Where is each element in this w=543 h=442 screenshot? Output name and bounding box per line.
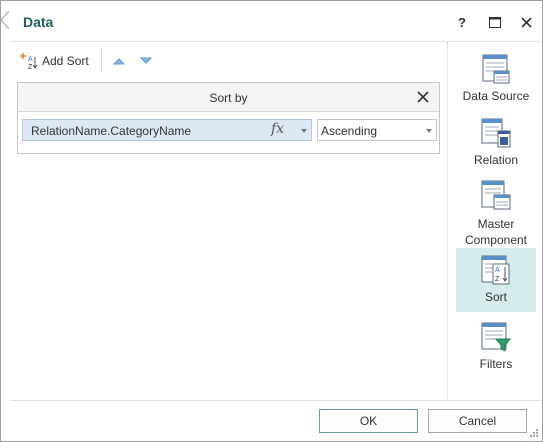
move-up-icon <box>113 58 125 65</box>
close-icon <box>520 16 532 28</box>
sidebar-item-label: Data Source <box>462 89 530 103</box>
sort-by-panel: Sort by RelationName.CategoryName fx Asc… <box>17 82 440 154</box>
data-source-icon <box>482 54 510 84</box>
sidebar-item-label: Filters <box>479 357 513 371</box>
sidebar-item-filters[interactable]: Filters <box>456 321 536 373</box>
sort-by-header: Sort by <box>18 83 439 112</box>
expression-fx-icon[interactable]: fx <box>271 121 284 137</box>
maximize-button[interactable] <box>484 11 506 33</box>
sort-editor-area: A Z Add Sort Sort by RelationName.Catego… <box>10 42 448 400</box>
sort-field-value: RelationName.CategoryName <box>31 124 192 138</box>
sort-order-select[interactable]: Ascending <box>317 119 437 141</box>
move-up-button[interactable] <box>111 54 127 68</box>
data-dialog: Data ? A Z Add Sort Sort by RelationName… <box>0 0 543 442</box>
sort-toolbar: A Z Add Sort <box>10 42 447 78</box>
sidebar-item-sort[interactable]: A Z Sort <box>456 248 536 312</box>
cancel-button[interactable]: Cancel <box>428 409 527 433</box>
svg-text:A: A <box>28 56 33 63</box>
relation-icon <box>481 118 511 148</box>
chevron-down-icon[interactable] <box>426 129 432 133</box>
close-button[interactable] <box>515 11 537 33</box>
sort-field-combo[interactable]: RelationName.CategoryName fx <box>22 119 312 141</box>
add-sort-label: Add Sort <box>42 54 89 68</box>
sidebar-item-data-source[interactable]: Data Source <box>456 53 536 105</box>
ok-button[interactable]: OK <box>319 409 418 433</box>
sidebar-item-master-component[interactable]: Master Component <box>456 179 536 247</box>
sidebar-item-label: Master Component <box>464 217 528 247</box>
resize-grip-icon[interactable] <box>529 428 539 438</box>
move-down-icon <box>140 57 152 64</box>
svg-text:Z: Z <box>495 276 500 283</box>
footer-divider <box>10 400 542 401</box>
sort-by-title: Sort by <box>209 91 248 105</box>
move-down-button[interactable] <box>138 54 154 68</box>
sort-order-value: Ascending <box>321 124 378 138</box>
filters-icon <box>481 322 512 352</box>
add-sort-icon: A Z <box>20 53 38 70</box>
sidebar-item-label: Sort <box>484 290 507 304</box>
help-button[interactable]: ? <box>451 11 473 33</box>
sidebar-item-label: Relation <box>473 153 519 167</box>
sidebar-item-relation[interactable]: Relation <box>456 117 536 169</box>
maximize-icon <box>489 16 501 28</box>
sort-icon: A Z <box>481 255 510 285</box>
dialog-title: Data <box>23 14 54 30</box>
add-sort-button[interactable]: A Z Add Sort <box>20 50 89 72</box>
remove-sort-icon[interactable] <box>415 89 431 105</box>
help-icon: ? <box>458 14 466 30</box>
svg-text:Z: Z <box>28 64 33 70</box>
callout-notch-icon <box>0 11 9 29</box>
chevron-down-icon[interactable] <box>301 129 307 133</box>
master-component-icon <box>481 180 511 210</box>
svg-text:A: A <box>495 267 500 274</box>
toolbar-divider <box>101 48 102 72</box>
